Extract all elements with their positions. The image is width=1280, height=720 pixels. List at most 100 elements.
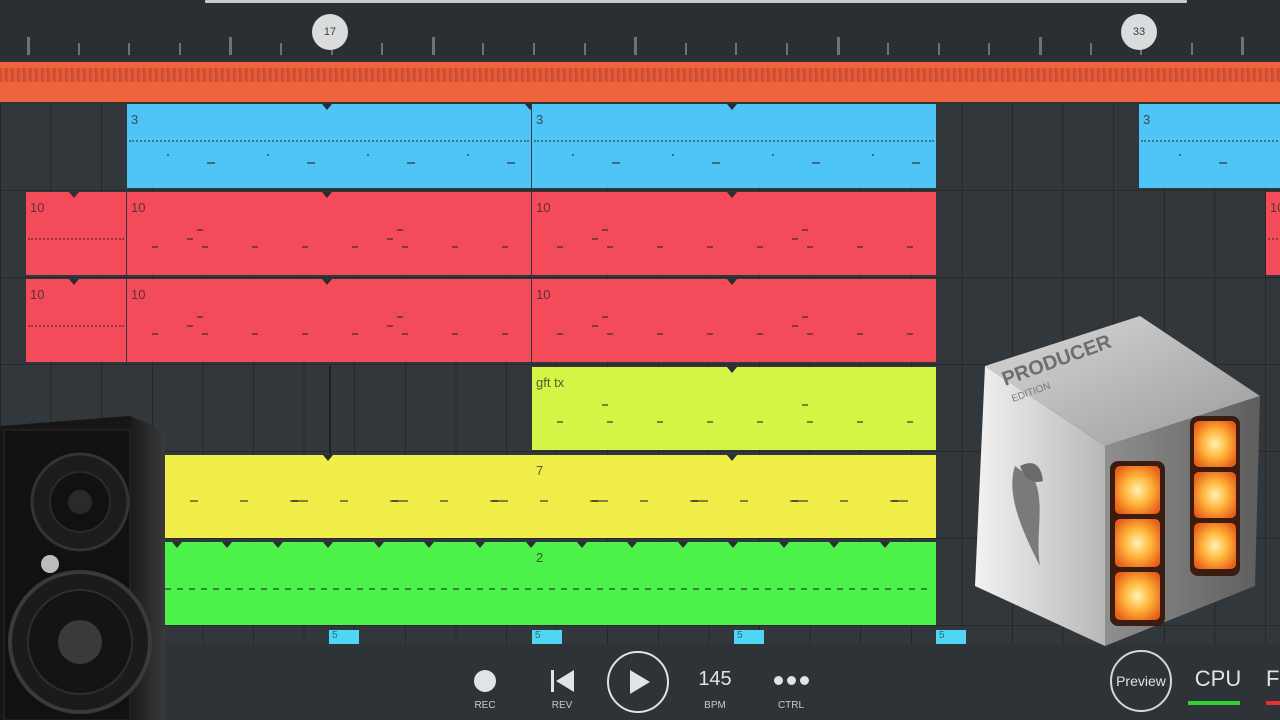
note-row — [28, 238, 124, 240]
note — [557, 333, 563, 335]
note — [892, 500, 908, 502]
clip-start-marker — [727, 104, 737, 110]
note — [707, 246, 713, 248]
ruler-tick — [786, 43, 788, 55]
overview-waveform — [0, 68, 1280, 82]
pattern-clip[interactable]: 7 — [165, 455, 936, 538]
note — [249, 588, 255, 590]
ruler-tick — [431, 37, 435, 55]
pattern-clip[interactable]: 10 — [127, 192, 531, 275]
note — [792, 238, 798, 240]
note — [252, 333, 258, 335]
note — [707, 333, 713, 335]
note — [273, 588, 279, 590]
pattern-clip[interactable]: 10 — [532, 192, 936, 275]
clip-start-marker — [727, 367, 737, 373]
note — [801, 588, 807, 590]
pattern-clip[interactable]: 3 — [532, 104, 936, 188]
play-icon — [607, 651, 669, 713]
clip-label: 7 — [536, 463, 544, 478]
clip-label: 10 — [30, 287, 45, 302]
pattern-clip[interactable]: 3 — [1139, 104, 1280, 188]
note — [397, 316, 403, 318]
clip-start-marker — [323, 455, 333, 461]
ruler-tick — [634, 37, 638, 55]
note — [201, 588, 207, 590]
pattern-clip[interactable]: 10 — [26, 192, 126, 275]
play-button[interactable] — [606, 650, 670, 714]
note — [612, 162, 620, 164]
tempo-control[interactable]: 145 BPM — [690, 664, 740, 714]
note — [477, 588, 483, 590]
note — [352, 246, 358, 248]
note — [440, 500, 448, 502]
note — [1219, 162, 1227, 164]
note — [187, 238, 193, 240]
ruler-tick — [887, 43, 890, 55]
note — [772, 154, 774, 156]
note — [452, 246, 458, 248]
note — [452, 333, 458, 335]
clip-start-marker — [880, 542, 890, 548]
note — [602, 229, 608, 231]
clip-label: 10 — [131, 200, 146, 215]
note — [812, 162, 820, 164]
clip-start-marker — [222, 542, 232, 548]
row-separator — [0, 190, 1280, 191]
note — [640, 500, 648, 502]
note — [602, 404, 608, 406]
note — [657, 246, 663, 248]
note — [417, 588, 423, 590]
bar-marker-33[interactable]: 33 — [1121, 14, 1157, 50]
preview-button[interactable]: Preview — [1110, 650, 1172, 712]
note — [681, 588, 687, 590]
note — [387, 238, 393, 240]
ruler-tick — [178, 43, 181, 55]
mini-clip[interactable]: 5 — [532, 630, 562, 644]
note — [657, 588, 663, 590]
pattern-clip[interactable]: 2 — [165, 542, 936, 625]
pattern-clip[interactable]: 3 — [127, 104, 531, 188]
clip-start-marker — [69, 279, 79, 285]
clip-label: 10 — [131, 287, 146, 302]
timeline-ruler[interactable]: 17 33 — [0, 0, 1280, 60]
note — [502, 333, 508, 335]
note — [807, 421, 813, 423]
ctrl-button[interactable]: CTRL — [766, 668, 816, 716]
note — [387, 325, 393, 327]
note — [352, 333, 358, 335]
cpu-level-bar — [1188, 701, 1240, 705]
note — [187, 325, 193, 327]
cut-off-control: F — [1266, 666, 1280, 710]
ruler-tick — [988, 43, 991, 55]
pattern-clip[interactable]: gft tx — [532, 367, 936, 450]
note — [197, 229, 203, 231]
pattern-clip[interactable]: 10 — [127, 279, 531, 362]
horizontal-scrollbar[interactable] — [205, 0, 1187, 3]
note — [757, 333, 763, 335]
song-overview-strip[interactable] — [0, 62, 1280, 102]
note — [885, 588, 891, 590]
note — [367, 154, 369, 156]
note — [607, 246, 613, 248]
note — [840, 500, 848, 502]
bar-marker-17[interactable]: 17 — [312, 14, 348, 50]
pattern-clip[interactable]: 10 — [532, 279, 936, 362]
note — [707, 421, 713, 423]
note — [597, 588, 603, 590]
note — [807, 333, 813, 335]
cpu-label: CPU — [1194, 666, 1242, 691]
mini-clip[interactable]: 5 — [734, 630, 764, 644]
note — [573, 588, 579, 590]
pattern-clip[interactable]: 10 — [26, 279, 126, 362]
note — [921, 588, 927, 590]
mini-clip[interactable]: 5 — [329, 630, 359, 644]
pattern-clip[interactable]: 10 — [1266, 192, 1280, 275]
note-row — [1141, 140, 1278, 142]
note — [549, 588, 555, 590]
record-button[interactable]: REC — [462, 668, 508, 716]
note — [777, 588, 783, 590]
clip-label: 3 — [1143, 112, 1151, 127]
rewind-button[interactable]: REV — [539, 668, 585, 716]
mini-clip[interactable]: 5 — [936, 630, 966, 644]
